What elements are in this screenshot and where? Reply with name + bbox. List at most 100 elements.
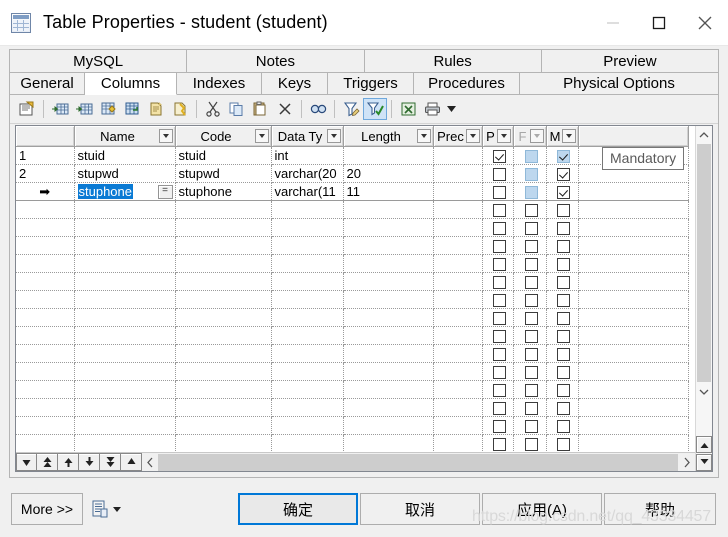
cell-length[interactable] bbox=[343, 290, 434, 309]
mandatory-checkbox[interactable] bbox=[557, 402, 570, 416]
cell-mandatory[interactable] bbox=[546, 146, 579, 165]
scroll-up-button[interactable] bbox=[696, 126, 712, 143]
dropdown-caret-icon[interactable] bbox=[113, 507, 121, 512]
cell-primary[interactable] bbox=[482, 398, 514, 417]
cell-name-editing[interactable]: = stuphone bbox=[74, 182, 176, 201]
cell-foreign[interactable] bbox=[513, 398, 547, 417]
cell-precision[interactable] bbox=[433, 362, 483, 381]
copy-icon[interactable] bbox=[225, 98, 249, 120]
filter-dropdown-icon[interactable] bbox=[465, 129, 480, 143]
table-row-empty[interactable] bbox=[16, 236, 689, 255]
filter-dropdown-icon[interactable] bbox=[416, 129, 431, 143]
cell-precision[interactable] bbox=[433, 416, 483, 435]
table-row[interactable]: 1 stuid stuid int bbox=[16, 146, 689, 165]
foreign-checkbox[interactable] bbox=[524, 258, 538, 272]
more-button[interactable]: More >> bbox=[11, 493, 83, 525]
table-row-empty[interactable] bbox=[16, 398, 689, 417]
foreign-checkbox[interactable] bbox=[524, 330, 538, 344]
cell-code[interactable] bbox=[175, 380, 272, 399]
tab-notes[interactable]: Notes bbox=[187, 49, 365, 72]
cell-foreign[interactable] bbox=[513, 362, 547, 381]
hscroll-thumb[interactable] bbox=[158, 453, 678, 471]
cell-code[interactable] bbox=[175, 236, 272, 255]
cell-code[interactable]: stuphone bbox=[175, 182, 272, 201]
tab-preview[interactable]: Preview bbox=[541, 49, 719, 72]
foreign-checkbox[interactable] bbox=[524, 240, 538, 254]
foreign-checkbox[interactable] bbox=[524, 366, 538, 380]
mandatory-checkbox[interactable] bbox=[557, 258, 570, 272]
cell-code[interactable] bbox=[175, 290, 272, 309]
foreign-checkbox[interactable] bbox=[524, 420, 538, 434]
cell-length[interactable] bbox=[343, 434, 434, 453]
cell-name[interactable]: stupwd bbox=[74, 164, 176, 183]
cell-mandatory[interactable] bbox=[546, 236, 579, 255]
cell-mandatory[interactable] bbox=[546, 362, 579, 381]
cell-code[interactable] bbox=[175, 218, 272, 237]
cell-datatype[interactable] bbox=[271, 326, 344, 345]
cell-primary[interactable] bbox=[482, 326, 514, 345]
cell-primary[interactable] bbox=[482, 290, 514, 309]
row-header[interactable] bbox=[16, 290, 75, 309]
cell-primary[interactable] bbox=[482, 272, 514, 291]
table-row-empty[interactable] bbox=[16, 434, 689, 453]
column-header-datatype[interactable]: Data Ty bbox=[271, 126, 344, 147]
foreign-checkbox[interactable] bbox=[524, 204, 538, 218]
cell-mandatory[interactable] bbox=[546, 254, 579, 273]
cell-mandatory[interactable] bbox=[546, 308, 579, 327]
table-row-empty[interactable] bbox=[16, 200, 689, 219]
column-header-precision[interactable]: Prec bbox=[433, 126, 483, 147]
cell-primary[interactable] bbox=[482, 344, 514, 363]
primary-checkbox[interactable] bbox=[492, 438, 506, 452]
primary-checkbox[interactable] bbox=[492, 420, 506, 434]
cell-datatype[interactable] bbox=[271, 434, 344, 453]
insert-row-icon[interactable] bbox=[48, 98, 72, 120]
cell-foreign[interactable] bbox=[513, 290, 547, 309]
primary-checkbox[interactable] bbox=[492, 150, 506, 164]
cell-length[interactable] bbox=[343, 380, 434, 399]
column-header-length[interactable]: Length bbox=[343, 126, 434, 147]
cell-datatype[interactable] bbox=[271, 308, 344, 327]
cell-name[interactable] bbox=[74, 218, 176, 237]
column-header-rownum[interactable] bbox=[16, 126, 75, 147]
cell-name[interactable]: stuid bbox=[74, 146, 176, 165]
row-header[interactable] bbox=[16, 326, 75, 345]
foreign-checkbox[interactable] bbox=[524, 186, 538, 200]
cell-datatype[interactable] bbox=[271, 254, 344, 273]
cell-mandatory[interactable] bbox=[546, 398, 579, 417]
close-button[interactable] bbox=[682, 0, 728, 45]
row-header[interactable] bbox=[16, 344, 75, 363]
cell-primary[interactable] bbox=[482, 308, 514, 327]
column-header-code[interactable]: Code bbox=[175, 126, 272, 147]
cell-primary[interactable] bbox=[482, 200, 514, 219]
cell-length[interactable] bbox=[343, 308, 434, 327]
cut-icon[interactable] bbox=[201, 98, 225, 120]
cell-precision[interactable] bbox=[433, 326, 483, 345]
cell-datatype[interactable]: varchar(11 bbox=[271, 182, 344, 201]
cell-length[interactable] bbox=[343, 254, 434, 273]
cell-datatype[interactable] bbox=[271, 236, 344, 255]
table-row-empty[interactable] bbox=[16, 416, 689, 435]
cell-foreign[interactable] bbox=[513, 326, 547, 345]
row-header[interactable] bbox=[16, 236, 75, 255]
primary-checkbox[interactable] bbox=[492, 402, 506, 416]
cell-name[interactable] bbox=[74, 200, 176, 219]
table-row-empty[interactable] bbox=[16, 326, 689, 345]
cell-precision[interactable] bbox=[433, 398, 483, 417]
cell-precision[interactable] bbox=[433, 434, 483, 453]
cell-precision[interactable] bbox=[433, 380, 483, 399]
foreign-checkbox[interactable] bbox=[524, 348, 538, 362]
cell-precision[interactable] bbox=[433, 164, 483, 183]
cell-foreign[interactable] bbox=[513, 218, 547, 237]
cell-mandatory[interactable] bbox=[546, 218, 579, 237]
foreign-checkbox[interactable] bbox=[524, 438, 538, 452]
columns-grid[interactable]: Name Code Data Ty Length Prec P F M 1 st… bbox=[15, 125, 713, 472]
tab-keys[interactable]: Keys bbox=[262, 72, 328, 95]
cell-mandatory[interactable] bbox=[546, 434, 579, 453]
cell-name[interactable] bbox=[74, 308, 176, 327]
scroll-down-button[interactable] bbox=[696, 384, 712, 401]
table-row-empty[interactable] bbox=[16, 290, 689, 309]
cell-code[interactable]: stupwd bbox=[175, 164, 272, 183]
primary-checkbox[interactable] bbox=[492, 204, 506, 218]
cell-precision[interactable] bbox=[433, 236, 483, 255]
cell-name[interactable] bbox=[74, 398, 176, 417]
